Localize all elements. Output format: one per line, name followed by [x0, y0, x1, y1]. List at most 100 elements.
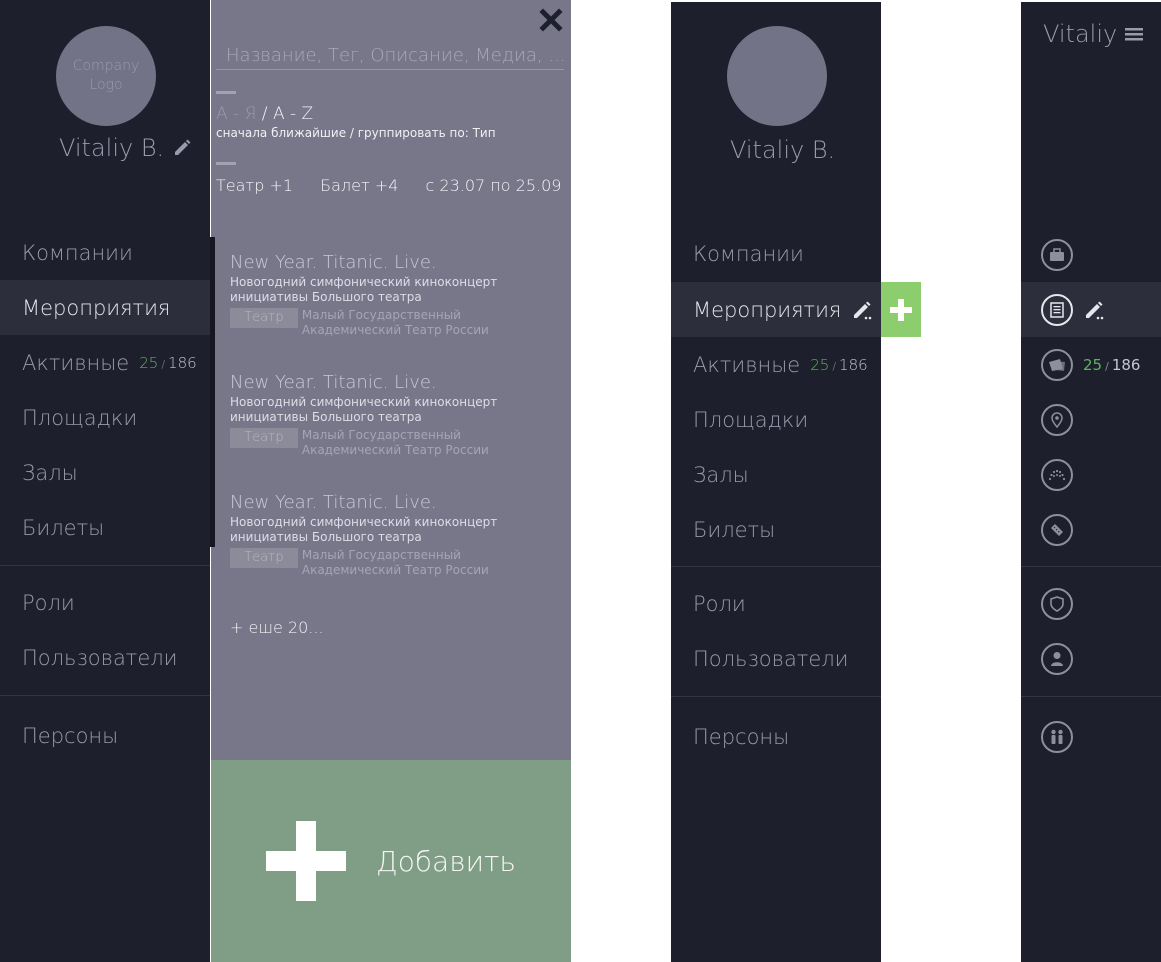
- nav-events[interactable]: [1021, 282, 1161, 337]
- nav-companies[interactable]: Компании: [671, 226, 881, 281]
- event-venue: Малый Государственный Академический Теат…: [301, 548, 489, 577]
- close-icon[interactable]: [539, 8, 563, 32]
- nav-events[interactable]: Мероприятия: [0, 280, 210, 335]
- user-name-text: Vitaliy B.: [730, 136, 836, 164]
- nav-persons[interactable]: Персоны: [0, 708, 210, 763]
- nav-users[interactable]: Пользователи: [671, 631, 881, 686]
- nav-users[interactable]: [1021, 631, 1161, 686]
- active-counter: 25/186: [810, 356, 867, 374]
- event-title: New Year. Titanic. Live.: [230, 252, 437, 273]
- nav-label: Залы: [22, 460, 78, 485]
- add-event-button[interactable]: Добавить: [211, 760, 571, 962]
- filter-theatre[interactable]: Театр +1: [216, 176, 293, 195]
- active-count: 25: [1083, 355, 1103, 374]
- nav-venues[interactable]: Площадки: [671, 392, 881, 447]
- filter-ballet[interactable]: Балет +4: [320, 176, 398, 195]
- plus-icon: [890, 298, 912, 321]
- active-counter: 25/186: [1083, 356, 1140, 374]
- company-logo[interactable]: Company Logo: [56, 26, 156, 126]
- nav-persons[interactable]: Персоны: [671, 709, 881, 764]
- event-tag: Театр: [230, 548, 298, 568]
- nav-tickets[interactable]: Билеты: [671, 502, 881, 557]
- user-name: Vitaliy B.: [730, 136, 835, 164]
- nav-users[interactable]: Пользователи: [0, 630, 210, 685]
- nav-label: Роли: [22, 590, 75, 615]
- event-meta: Театр Малый Государственный Академически…: [230, 308, 560, 338]
- sort-handle[interactable]: [216, 91, 236, 94]
- event-title: New Year. Titanic. Live.: [230, 492, 437, 513]
- sidebar-edit: Vitaliy B. Компании Мероприятия Активные…: [671, 2, 881, 962]
- sidebar-full: Company Logo Vitaliy B. Компании Меропри…: [0, 0, 210, 962]
- nav-label: Мероприятия: [693, 297, 842, 322]
- nav-label: Активные: [22, 350, 130, 375]
- event-item[interactable]: New Year. Titanic. Live. Новогодний симф…: [230, 252, 560, 338]
- nav-roles[interactable]: [1021, 576, 1161, 631]
- edit-pencil-icon[interactable]: [172, 138, 192, 158]
- nav-label: Пользователи: [693, 646, 849, 671]
- edit-pencil-icon[interactable]: [1083, 299, 1105, 321]
- nav-halls[interactable]: Залы: [0, 445, 210, 500]
- sidebar-compact: Vitaliy 25/186: [1021, 2, 1161, 962]
- nav-label: Персоны: [22, 723, 119, 748]
- add-event-tab[interactable]: [881, 282, 921, 337]
- sort-subtitle[interactable]: сначала ближайшие / группировать по: Тип: [216, 126, 496, 140]
- nav-divider: [0, 565, 210, 566]
- total-count: 186: [1111, 355, 1141, 374]
- edit-pencil-icon[interactable]: [851, 299, 873, 321]
- event-description: Новогодний симфонический киноконцерт ини…: [230, 275, 498, 304]
- event-meta: Театр Малый Государственный Академически…: [230, 548, 560, 578]
- filter-handle[interactable]: [216, 162, 236, 165]
- ticket-icon: [1041, 513, 1073, 546]
- nav-persons[interactable]: [1021, 709, 1161, 764]
- event-meta: Театр Малый Государственный Академически…: [230, 428, 560, 458]
- nav-halls[interactable]: Залы: [671, 447, 881, 502]
- nav-venues[interactable]: [1021, 392, 1161, 447]
- user-name: Vitaliy B.: [59, 134, 192, 162]
- sort-options[interactable]: А - Я / A - Z: [216, 104, 313, 124]
- avatar[interactable]: [727, 26, 827, 126]
- event-venue: Малый Государственный Академический Теат…: [301, 428, 489, 457]
- nav-label: Персоны: [693, 724, 790, 749]
- nav-events[interactable]: Мероприятия: [671, 282, 881, 337]
- nav-venues[interactable]: Площадки: [0, 390, 210, 445]
- nav-roles[interactable]: Роли: [671, 576, 881, 631]
- total-count: 186: [839, 355, 868, 374]
- user-name-text: Vitaliy: [1043, 20, 1118, 48]
- nav-active[interactable]: Активные 25/186: [0, 335, 210, 390]
- nav-companies[interactable]: Компании: [0, 225, 210, 280]
- nav-active[interactable]: Активные 25/186: [671, 337, 881, 392]
- total-count: 186: [168, 353, 197, 372]
- active-count: 25: [139, 353, 159, 372]
- filter-dates[interactable]: с 23.07 по 25.09: [426, 176, 562, 195]
- event-item[interactable]: New Year. Titanic. Live. Новогодний симф…: [230, 372, 560, 458]
- nav-label: Залы: [693, 462, 749, 487]
- nav-tickets[interactable]: [1021, 502, 1161, 557]
- nav-label: Активные: [693, 352, 801, 377]
- sort-separator: /: [256, 104, 273, 124]
- sort-latin[interactable]: A - Z: [273, 104, 313, 124]
- nav-active[interactable]: 25/186: [1021, 337, 1161, 392]
- nav-halls[interactable]: [1021, 447, 1161, 502]
- panel-edge: [210, 237, 215, 547]
- nav-label: Компании: [693, 241, 804, 266]
- sort-cyrillic[interactable]: А - Я: [216, 104, 256, 124]
- persons-icon: [1041, 720, 1073, 753]
- event-venue: Малый Государственный Академический Теат…: [301, 308, 489, 337]
- nav-divider: [1021, 566, 1161, 567]
- nav-label: Площадки: [693, 407, 809, 432]
- nav-label: Билеты: [693, 517, 776, 542]
- nav-divider: [0, 695, 210, 696]
- event-description: Новогодний симфонический киноконцерт ини…: [230, 395, 498, 424]
- nav-roles[interactable]: Роли: [0, 575, 210, 630]
- more-events-link[interactable]: + еше 20...: [230, 618, 324, 637]
- search-input[interactable]: [216, 42, 564, 70]
- nav-label: Мероприятия: [22, 295, 171, 320]
- nav-tickets[interactable]: Билеты: [0, 500, 210, 555]
- hamburger-menu-icon[interactable]: [1125, 26, 1144, 42]
- count-separator: /: [832, 359, 837, 373]
- active-count: 25: [810, 355, 830, 374]
- compact-header: Vitaliy: [1043, 20, 1144, 48]
- nav-companies[interactable]: [1021, 227, 1161, 282]
- event-tag: Театр: [230, 428, 298, 448]
- event-item[interactable]: New Year. Titanic. Live. Новогодний симф…: [230, 492, 560, 578]
